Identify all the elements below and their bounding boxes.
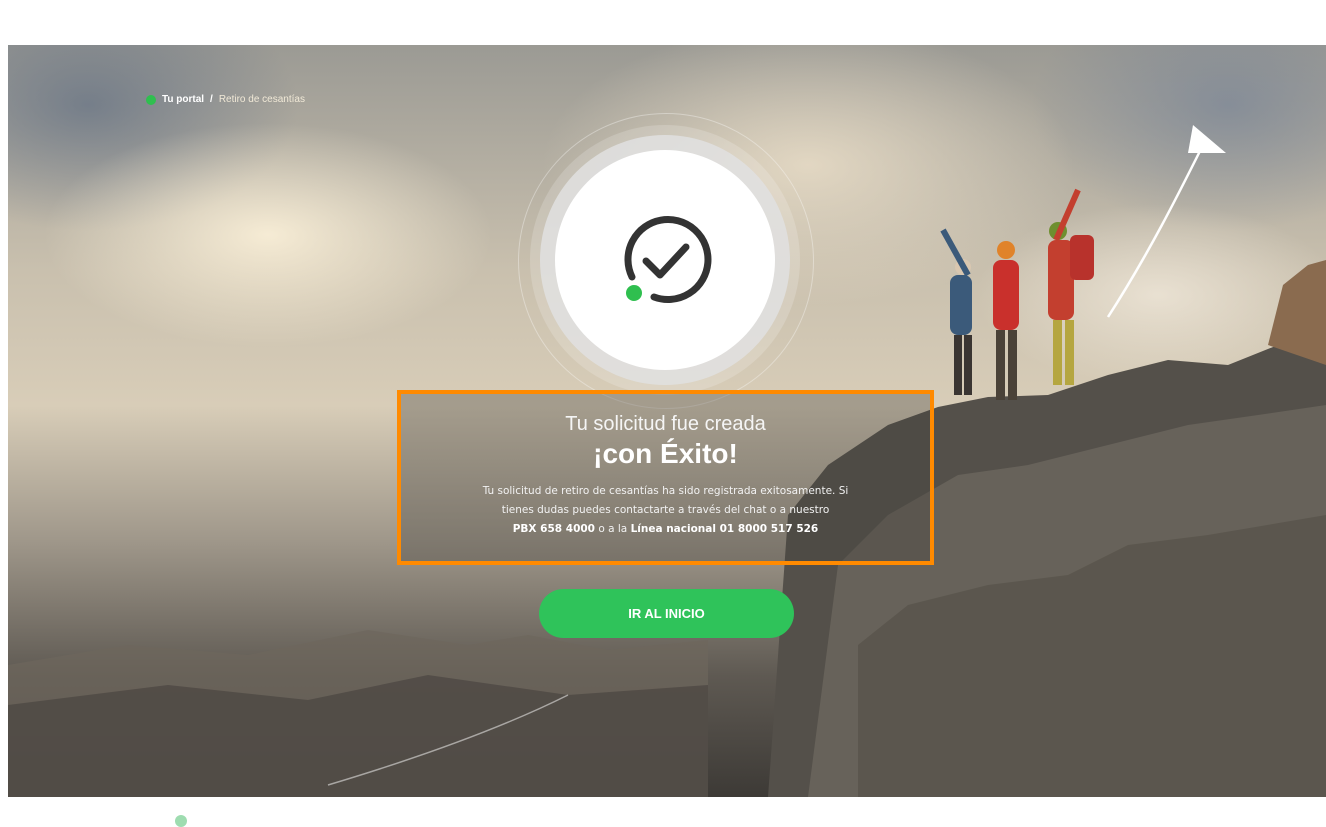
breadcrumb-current: Retiro de cesantías (218, 94, 305, 105)
message-success-heading: ¡con Éxito! (593, 438, 738, 469)
footer-dot-icon (175, 815, 187, 827)
message-contact-line: PBX 658 4000 o a la Línea nacional 01 80… (425, 520, 906, 539)
check-circle-icon (624, 216, 712, 303)
message-body: Tu solicitud de retiro de cesantías ha s… (425, 482, 906, 539)
climbers-illustration (940, 188, 1094, 400)
pbx-number: PBX 658 4000 (512, 523, 595, 535)
message-title: Tu solicitud fue creada (565, 413, 766, 435)
message-body-line-2: tienes dudas puedes contactarte a través… (501, 504, 830, 516)
contact-connector: o a la (598, 523, 628, 535)
footer-strip (0, 797, 1326, 826)
success-message-box: Tu solicitud fue creada ¡con Éxito! Tu s… (397, 390, 934, 565)
breadcrumb-separator: / (210, 94, 213, 105)
status-dot-icon (626, 285, 642, 301)
breadcrumb-home-link[interactable]: Tu portal (162, 94, 204, 105)
go-home-button[interactable]: IR AL INICIO (539, 589, 794, 638)
success-badge (555, 150, 775, 370)
national-line-number: Línea nacional 01 8000 517 526 (630, 523, 819, 535)
breadcrumb-dot-icon (146, 94, 156, 105)
breadcrumb: Tu portal / Retiro de cesantías (146, 94, 305, 105)
message-body-line-1: Tu solicitud de retiro de cesantías ha s… (482, 485, 849, 497)
